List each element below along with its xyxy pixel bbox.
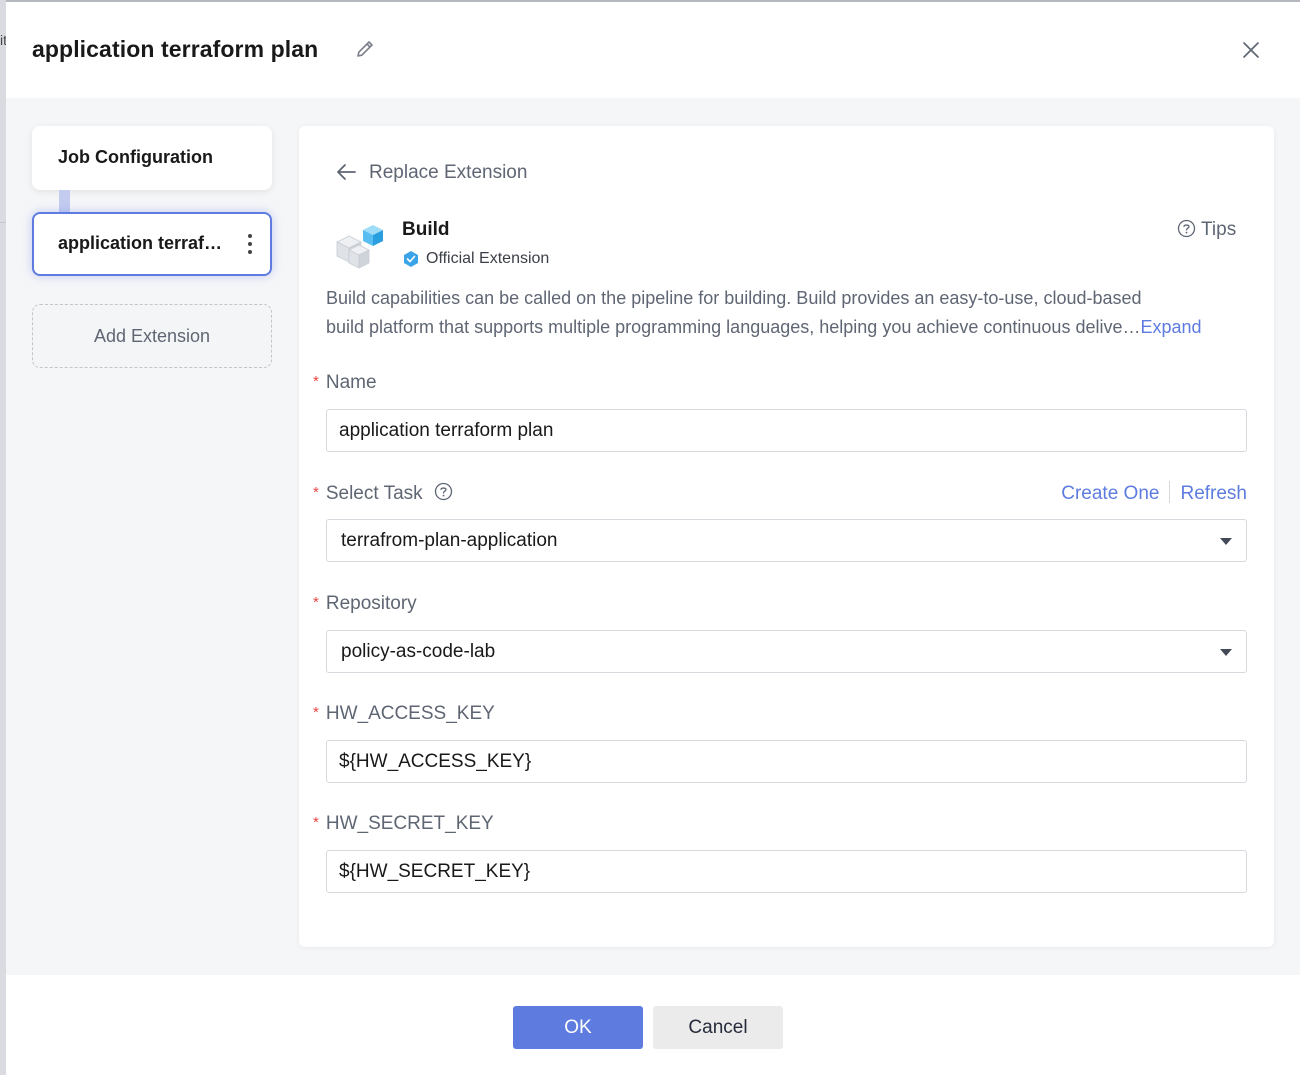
job-configuration-card[interactable]: Job Configuration <box>32 126 272 190</box>
access-key-label: * HW_ACCESS_KEY <box>313 703 495 724</box>
access-key-input[interactable]: ${HW_ACCESS_KEY} <box>326 740 1247 783</box>
access-key-value: ${HW_ACCESS_KEY} <box>339 751 532 772</box>
extension-item-selected[interactable]: application terraform plan <box>32 212 272 276</box>
secret-key-input[interactable]: ${HW_SECRET_KEY} <box>326 850 1247 893</box>
dialog-title: application terraform plan <box>32 36 319 62</box>
expand-link[interactable]: Expand <box>1140 317 1201 337</box>
build-cubes-icon <box>336 225 383 269</box>
official-badge-label: Official Extension <box>426 250 550 267</box>
secret-key-value: ${HW_SECRET_KEY} <box>339 861 531 882</box>
pencil-icon[interactable] <box>354 38 376 60</box>
required-marker: * <box>313 814 319 831</box>
required-marker: * <box>313 484 319 501</box>
task-actions: Create One Refresh <box>1061 481 1247 507</box>
more-options-icon[interactable] <box>240 231 260 257</box>
create-one-link[interactable]: Create One <box>1061 483 1159 504</box>
name-input-value: application terraform plan <box>339 420 554 441</box>
select-task-label: * Select Task <box>313 483 453 505</box>
task-select-value: terrafrom-plan-application <box>341 530 558 551</box>
description-line-1: Build capabilities can be called on the … <box>326 288 1142 308</box>
replace-extension-label: Replace Extension <box>369 162 528 183</box>
caret-down-icon <box>1220 649 1232 656</box>
tips-label: Tips <box>1201 219 1237 240</box>
official-badge-icon <box>404 251 418 267</box>
close-icon[interactable] <box>1240 39 1262 61</box>
extension-name: Build <box>402 219 450 240</box>
caret-down-icon <box>1220 538 1232 545</box>
help-circle-icon <box>1177 219 1196 238</box>
task-select[interactable]: terrafrom-plan-application <box>326 519 1247 562</box>
extension-config-panel: Replace Extension Build Official Extensi… <box>299 126 1274 947</box>
description-line-2: build platform that supports multiple pr… <box>326 317 1141 337</box>
dialog-footer: OK Cancel <box>6 975 1300 1075</box>
extension-item-label: application terraform plan <box>58 233 230 253</box>
name-input[interactable]: application terraform plan <box>326 409 1247 452</box>
refresh-link[interactable]: Refresh <box>1180 483 1247 504</box>
repository-select-value: policy-as-code-lab <box>341 641 496 662</box>
arrow-left-icon <box>337 164 356 180</box>
help-circle-icon[interactable] <box>434 482 453 501</box>
ok-button[interactable]: OK <box>513 1006 643 1049</box>
cancel-button[interactable]: Cancel <box>653 1006 783 1049</box>
required-marker: * <box>313 373 319 390</box>
extension-description: Build capabilities can be called on the … <box>326 284 1246 342</box>
repository-label: * Repository <box>313 593 417 614</box>
required-marker: * <box>313 704 319 721</box>
name-field-label: * Name <box>313 372 377 393</box>
link-divider <box>1169 481 1171 503</box>
dialog-header: application terraform plan <box>6 2 1300 98</box>
step-connector <box>59 190 70 212</box>
secret-key-label: * HW_SECRET_KEY <box>313 813 494 834</box>
job-configuration-label: Job Configuration <box>58 147 213 167</box>
add-extension-button[interactable]: Add Extension <box>32 304 272 368</box>
repository-select[interactable]: policy-as-code-lab <box>326 630 1247 673</box>
job-dialog: application terraform plan Job Configura… <box>6 0 1300 1075</box>
add-extension-label: Add Extension <box>93 326 211 346</box>
dialog-body: Job Configuration application terraform … <box>6 98 1300 975</box>
required-marker: * <box>313 594 319 611</box>
